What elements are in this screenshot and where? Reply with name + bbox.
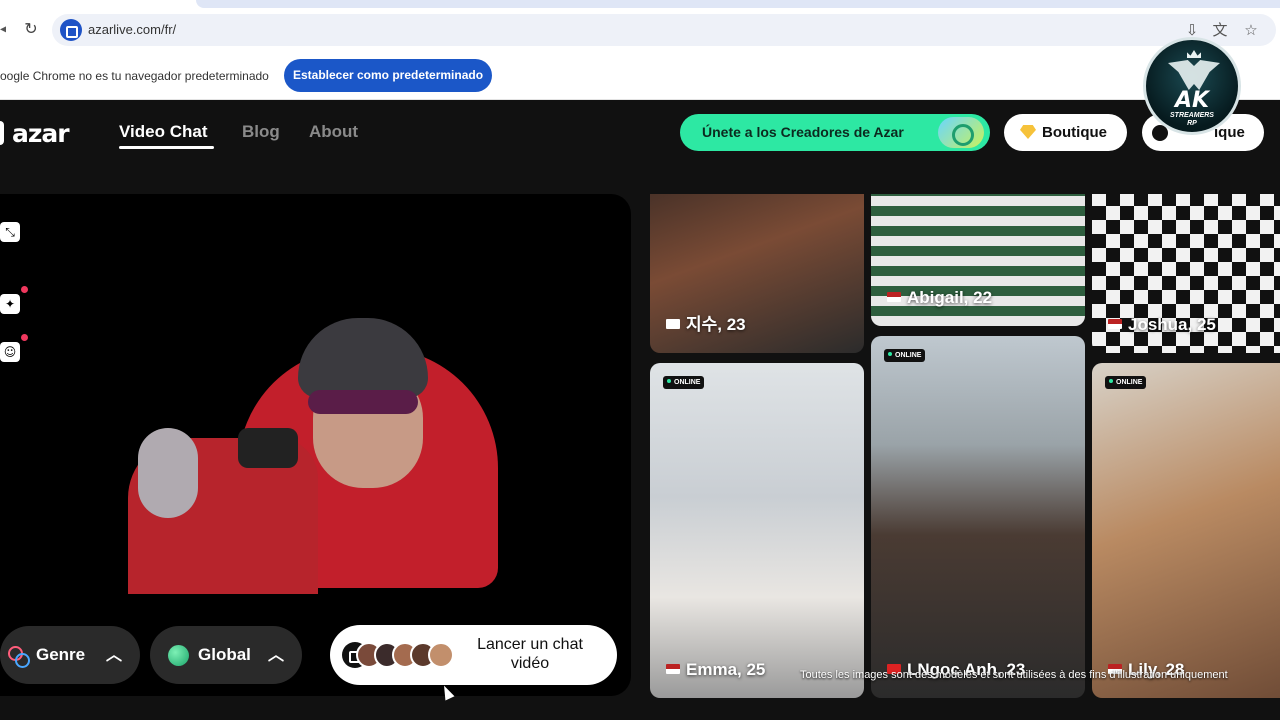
tab-strip [196,0,1280,8]
genre-icon [8,646,30,668]
creators-icon [938,117,984,148]
profile-grid: 지수, 23 Abigail, 22 Joshua, 25 ONLINE Emm… [650,194,1280,700]
nav-active-underline [119,146,214,149]
online-badge: ONLINE [1105,376,1147,389]
video-preview-panel: ⤡ ✦ ☺ Genre ︿ Global ︿ Lancer un chat vi… [0,194,631,696]
join-creators-button[interactable]: Únete a los Creadores de Azar [680,114,990,151]
azar-site: azar Video Chat Blog About Únete a los C… [0,101,1280,720]
browser-toolbar: ◀ ↻ azarlive.com/fr/ ⇩ 文 ☆ [0,0,1280,52]
phoenix-icon [1168,60,1220,90]
nav-about[interactable]: About [309,122,358,142]
translate-icon[interactable]: 文 [1210,20,1230,40]
diamond-icon [1020,125,1036,139]
back-arrow-icon[interactable]: ◀ [0,22,6,36]
profile-name: Joshua, 25 [1108,315,1216,335]
infobar-text: oogle Chrome no es tu navegador predeter… [0,69,269,83]
profile-card[interactable]: ONLINE Emma, 25 [650,363,864,698]
flag-icon [666,664,680,674]
logo-subtitle: STREAMERS RP [1170,112,1214,127]
launch-video-chat-button[interactable]: Lancer un chat vidéo [330,625,617,685]
default-browser-infobar: oogle Chrome no es tu navegador predeter… [0,52,1280,100]
chevron-up-icon: ︿ [106,645,123,664]
online-badge: ONLINE [884,349,926,362]
webcam-glasses [308,390,418,414]
logo-mark [0,121,4,145]
nav-video-chat[interactable]: Video Chat [119,122,207,142]
nav-blog[interactable]: Blog [242,122,280,142]
notification-dot [21,286,28,293]
reload-icon[interactable]: ↻ [22,20,40,38]
region-label: Global [198,645,251,664]
online-badge: ONLINE [663,376,705,389]
smiley-icon[interactable]: ☺ [0,342,20,362]
flag-icon [666,319,680,329]
genre-selector[interactable]: Genre ︿ [0,626,140,684]
resize-icon[interactable]: ⤡ [0,222,20,242]
streamer-logo: AK STREAMERS RP [1143,37,1241,135]
launch-label: Lancer un chat vidéo [477,636,583,672]
star-icon[interactable]: ☆ [1241,20,1261,40]
crown-icon [1187,50,1201,58]
profile-name: 지수, 23 [666,310,746,335]
notification-dot [21,334,28,341]
flag-icon [887,292,901,302]
profile-name: Emma, 25 [666,660,765,680]
avatar [428,642,454,668]
address-bar[interactable]: azarlive.com/fr/ ⇩ 文 ☆ [52,14,1276,46]
disclaimer-text: Toutes les images sont des modèles et so… [800,669,1228,681]
webcam-chair [238,428,298,468]
profile-card[interactable]: Abigail, 22 [871,194,1085,326]
join-creators-label: Únete a los Creadores de Azar [702,124,904,140]
boutique-label: Boutique [1042,124,1107,141]
profile-card[interactable]: 지수, 23 [650,194,864,353]
set-default-button[interactable]: Establecer como predeterminado [284,59,492,92]
azar-logo[interactable]: azar [0,118,70,148]
profile-name: Abigail, 22 [887,288,992,308]
webcam-cap [298,318,428,398]
profile-card[interactable]: ONLINE LNgọc Anh, 23 [871,336,1085,698]
globe-icon [168,645,189,666]
profile-card[interactable]: ONLINE Lily, 28 [1092,363,1280,698]
url-text[interactable]: azarlive.com/fr/ [88,22,176,37]
chevron-up-icon: ︿ [268,645,285,664]
boutique-button[interactable]: Boutique [1004,114,1127,151]
magic-wand-icon[interactable]: ✦ [0,294,20,314]
flag-icon [1108,319,1122,329]
webcam-feed [128,318,520,594]
logo-text: azar [12,118,70,148]
avatar-stack [356,642,454,668]
logo-title: AK [1174,88,1210,113]
genre-label: Genre [36,645,86,664]
profile-card[interactable]: Joshua, 25 [1092,194,1280,353]
region-selector[interactable]: Global ︿ [150,626,302,684]
webcam-hand [138,428,198,518]
site-icon[interactable] [60,19,82,41]
